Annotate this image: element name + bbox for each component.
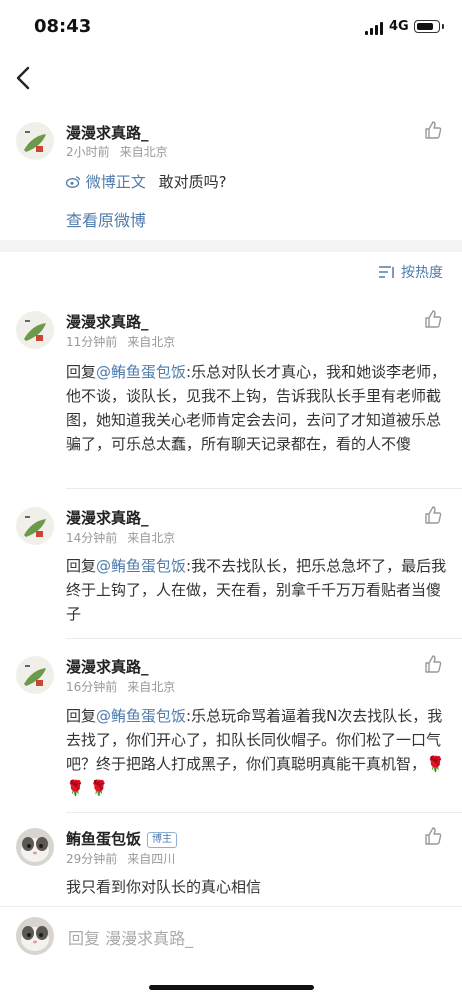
comment-text: 我只看到你对队长的真心相信 bbox=[66, 875, 450, 899]
reply-input[interactable]: 回复 漫漫求真路_ bbox=[68, 925, 193, 949]
avatar[interactable] bbox=[16, 311, 54, 349]
sort-icon bbox=[379, 266, 394, 278]
avatar[interactable] bbox=[16, 828, 54, 866]
thumbs-up-icon bbox=[425, 827, 442, 845]
mention-link[interactable]: @鲔鱼蛋包饭 bbox=[96, 707, 186, 725]
mention-link[interactable]: @鲔鱼蛋包饭 bbox=[96, 557, 186, 575]
comment-author[interactable]: 漫漫求真路_ bbox=[66, 311, 149, 332]
like-button[interactable] bbox=[423, 654, 443, 674]
post-source: 来自北京 bbox=[119, 145, 168, 159]
comment-author[interactable]: 漫漫求真路_ bbox=[66, 507, 149, 528]
back-button[interactable] bbox=[12, 60, 40, 96]
battery-icon bbox=[414, 20, 444, 33]
network-type: 4G bbox=[389, 19, 409, 34]
comment-body: 我只看到你对队长的真心相信 bbox=[66, 878, 262, 896]
nav-bar bbox=[0, 52, 462, 104]
comment-text: 回复@鲔鱼蛋包饭:乐总玩命骂着逼着我N次去找队长，我去找了，你们开心了，扣队长同… bbox=[66, 704, 450, 800]
comment-meta: 16分钟前 来自北京 bbox=[66, 678, 175, 695]
sort-button[interactable]: 按热度 bbox=[378, 262, 443, 282]
comment-source: 来自北京 bbox=[127, 335, 176, 349]
reply-bar: 回复 漫漫求真路_ bbox=[0, 906, 462, 966]
comment-divider bbox=[66, 638, 462, 639]
reply-prefix: 回复 bbox=[66, 363, 97, 381]
post-body: 微博正文 敢对质吗? bbox=[65, 171, 227, 192]
post-meta: 2小时前 来自北京 bbox=[66, 143, 168, 160]
comment-author-name[interactable]: 鲔鱼蛋包饭 bbox=[66, 830, 141, 848]
comment-time: 11分钟前 bbox=[66, 335, 118, 349]
post-author[interactable]: 漫漫求真路_ bbox=[66, 122, 149, 143]
avatar[interactable] bbox=[16, 122, 54, 160]
avatar[interactable] bbox=[16, 507, 54, 545]
post-text: 敢对质吗? bbox=[158, 173, 227, 191]
like-button[interactable] bbox=[423, 309, 443, 329]
back-arrow-icon bbox=[16, 66, 30, 90]
comment-source: 来自四川 bbox=[127, 852, 176, 866]
comment-divider bbox=[66, 488, 462, 489]
comment-author: 鲔鱼蛋包饭 博主 bbox=[66, 828, 178, 849]
like-button[interactable] bbox=[423, 505, 443, 525]
comment-source: 来自北京 bbox=[127, 680, 176, 694]
my-avatar[interactable] bbox=[16, 917, 54, 955]
thumbs-up-icon bbox=[425, 121, 442, 139]
mention-link[interactable]: @鲔鱼蛋包饭 bbox=[96, 363, 186, 381]
reply-prefix: 回复 bbox=[66, 557, 97, 575]
like-button[interactable] bbox=[423, 120, 443, 140]
comment-meta: 11分钟前 来自北京 bbox=[66, 333, 175, 350]
comment-time: 16分钟前 bbox=[66, 680, 118, 694]
like-button[interactable] bbox=[423, 826, 443, 846]
section-divider bbox=[0, 240, 462, 252]
author-badge: 博主 bbox=[147, 832, 178, 848]
comment-divider bbox=[66, 812, 462, 813]
avatar[interactable] bbox=[16, 656, 54, 694]
comment-text: 回复@鲔鱼蛋包饭:我不去找队长，把乐总急坏了，最后我终于上钩了，人在做，天在看，… bbox=[66, 554, 450, 626]
thumbs-up-icon bbox=[425, 506, 442, 524]
status-bar: 08:43 4G bbox=[0, 0, 462, 52]
comment-time: 29分钟前 bbox=[66, 852, 118, 866]
comment-meta: 29分钟前 来自四川 bbox=[66, 850, 175, 867]
comment-source: 来自北京 bbox=[127, 531, 176, 545]
weibo-link-label: 微博正文 bbox=[85, 173, 146, 191]
signal-icon bbox=[365, 22, 385, 35]
post-time: 2小时前 bbox=[66, 145, 110, 159]
thumbs-up-icon bbox=[425, 310, 442, 328]
comment-text: 回复@鲔鱼蛋包饭:乐总对队长才真心，我和她谈李老师，他不谈，谈队长，见我不上钩，… bbox=[66, 360, 450, 456]
thumbs-up-icon bbox=[425, 655, 442, 673]
status-time: 08:43 bbox=[34, 16, 92, 37]
weibo-link[interactable]: 微博正文 bbox=[65, 173, 151, 191]
comment-author[interactable]: 漫漫求真路_ bbox=[66, 656, 149, 677]
comment-meta: 14分钟前 来自北京 bbox=[66, 529, 175, 546]
reply-prefix: 回复 bbox=[66, 707, 97, 725]
home-indicator bbox=[149, 985, 314, 990]
comment-time: 14分钟前 bbox=[66, 531, 118, 545]
weibo-icon bbox=[65, 176, 81, 188]
view-original-link[interactable]: 查看原微博 bbox=[66, 207, 146, 231]
sort-label: 按热度 bbox=[401, 265, 443, 281]
battery-level bbox=[416, 22, 433, 30]
